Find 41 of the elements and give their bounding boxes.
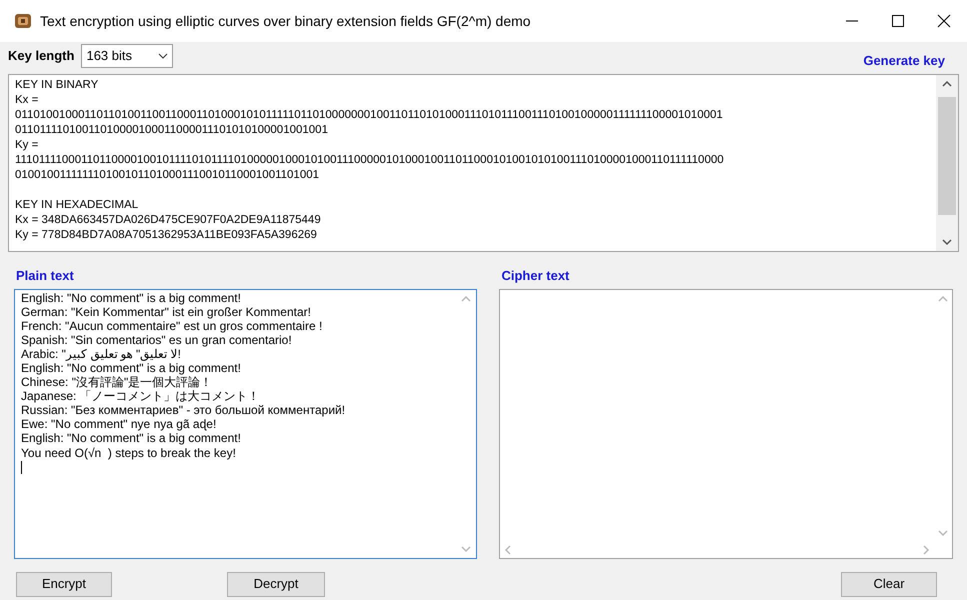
plain-text-line: German: "Kein Kommentar" ist ein großer Kommentar!: [21, 304, 312, 319]
key-text-line: Ky =: [15, 138, 40, 153]
plain-text-line: You need O(√n ) steps to break the key!: [21, 446, 237, 460]
plain-text-line: Japanese: 「ノーコメント」は大コメント！: [21, 389, 261, 404]
key-text-line: Ky = 778D84BD7A08A7051362953A11BE093FA5A396269: [15, 228, 318, 243]
key-text-line: Kx =: [15, 93, 40, 108]
key-text-line: 0100100111111101001011010001110010110001001101001: [15, 168, 320, 183]
key-length-label: Key length: [8, 47, 74, 66]
cipher-text-field[interactable]: [499, 288, 953, 558]
key-text-line: 01101111010011010000100011000011101010100001001001: [15, 123, 329, 138]
app-icon: [14, 12, 32, 30]
action-button[interactable]: Decrypt: [227, 572, 325, 596]
plain-text-line: Spanish: "Sin comentarios" es un gran comentario!: [21, 332, 293, 347]
text-cursor: [21, 460, 22, 474]
plain-text-line: French: "Aucun commentaire" est un gros commentaire !: [21, 318, 324, 333]
plain-text-label: Plain text: [16, 267, 75, 285]
action-button[interactable]: Encrypt: [16, 572, 112, 596]
plain-text-line: English: "No comment" is a big comment!: [21, 360, 242, 376]
key-text-line: KEY IN BINARY: [15, 78, 100, 93]
plain-text-line: English: "No comment" is a big comment!: [21, 290, 242, 305]
key-length-dropdown[interactable]: 163 bits: [81, 44, 174, 68]
plain-text-field[interactable]: [14, 288, 478, 558]
scroll-thumb[interactable]: [938, 97, 956, 215]
key-text-line: 011010010001101101001100110001101000101011111011010000000100110110101000111010111001110100100000111111100001010001: [15, 108, 724, 123]
plain-text-line: Russian: "Без комментариев" - это большой комментарий!: [21, 403, 346, 418]
plain-text-line: English: "No comment" is a big comment!: [21, 431, 242, 446]
generate-key-link[interactable]: Generate key: [863, 51, 945, 71]
scroll-left-icon[interactable]: [504, 544, 512, 554]
key-text-line: 111011110001101100001001011110101111010000010001010011100000101000100110110001010010101001110100001000110111110000: [15, 153, 725, 168]
cipher-text-label: Cipher text: [501, 267, 570, 285]
plain-text-line: Arabic: "لا تعليق" هو تعليق كبير!: [21, 346, 182, 361]
scrollbar[interactable]: [936, 75, 958, 251]
action-button[interactable]: Clear: [841, 572, 937, 596]
key-text-line: Kx = 348DA663457DA026D475CE907F0A2DE9A11875449: [15, 213, 322, 228]
window-title: Text encryption using elliptic curves over binary extension fields GF(2^m) demo: [40, 12, 531, 31]
plain-text-line: Chinese: "沒有評論"是一個大評論！: [21, 375, 214, 390]
key-output-area[interactable]: [8, 74, 959, 252]
chevron-down-icon: [158, 53, 168, 59]
scroll-right-icon[interactable]: [922, 544, 930, 554]
key-text-line: KEY IN HEXADECIMAL: [15, 198, 140, 213]
plain-text-line: Ewe: "No comment" nye nya gã aɖe!: [21, 417, 218, 432]
